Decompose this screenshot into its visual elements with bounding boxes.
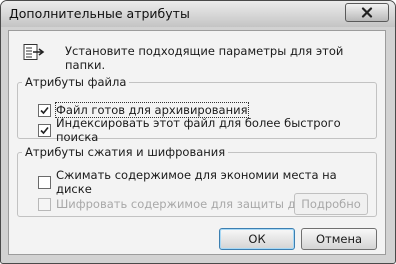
checkmark-icon xyxy=(40,126,49,134)
file-attributes-group: Атрибуты файла Файл готов для архивирова… xyxy=(17,75,377,144)
archive-checkbox[interactable] xyxy=(38,103,51,117)
file-attributes-legend: Атрибуты файла xyxy=(25,75,127,89)
index-label: Индексировать этот файл для более быстро… xyxy=(56,116,341,144)
folder-icon xyxy=(23,44,45,60)
cancel-button[interactable]: Отмена xyxy=(301,228,377,250)
window-title: Дополнительные атрибуты xyxy=(9,6,190,21)
archive-label: Файл готов для архивирования xyxy=(55,102,249,118)
ok-button[interactable]: ОК xyxy=(219,228,295,250)
index-checkbox[interactable] xyxy=(38,123,51,137)
details-button: Подробно xyxy=(294,193,368,215)
compression-legend: Атрибуты сжатия и шифрования xyxy=(25,145,226,159)
encrypt-option: Шифровать содержимое для защиты данных xyxy=(38,196,334,212)
compression-group: Атрибуты сжатия и шифрования Сжимать сод… xyxy=(17,145,377,217)
intro-text: Установите подходящие параметры для этой… xyxy=(65,44,344,72)
advanced-attributes-dialog: Дополнительные атрибуты Установите подхо… xyxy=(0,0,396,264)
close-icon xyxy=(361,7,373,18)
encrypt-checkbox xyxy=(38,197,51,211)
compress-checkbox[interactable] xyxy=(38,175,51,189)
encrypt-label: Шифровать содержимое для защиты данных xyxy=(56,197,334,211)
compress-option[interactable]: Сжимать содержимое для экономии места на… xyxy=(38,168,376,196)
title-bar[interactable]: Дополнительные атрибуты xyxy=(1,1,395,27)
compress-label: Сжимать содержимое для экономии места на… xyxy=(56,168,337,196)
dialog-content: Установите подходящие параметры для этой… xyxy=(8,30,386,255)
checkmark-icon xyxy=(40,106,49,114)
index-option[interactable]: Индексировать этот файл для более быстро… xyxy=(38,116,376,144)
close-button[interactable] xyxy=(345,3,389,22)
